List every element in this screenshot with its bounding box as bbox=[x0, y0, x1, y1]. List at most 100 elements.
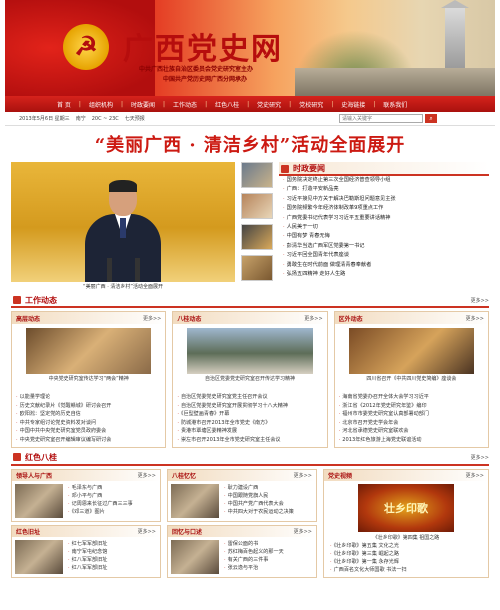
list-item[interactable]: 中国有梦 青春无悔 bbox=[283, 232, 489, 241]
list-item[interactable]: 有关广西的三件事 bbox=[224, 556, 284, 564]
list-item[interactable]: 苏红梅百色起义的那一天 bbox=[224, 548, 284, 556]
list-item[interactable]: 中国中共中央党史研究室党员政府委会 bbox=[16, 427, 161, 436]
more-link[interactable]: 更多>> bbox=[294, 472, 312, 479]
list-item[interactable]: 2013年红色旅游上海党史联谊活动 bbox=[339, 436, 484, 445]
nav-item-home[interactable]: 首 页 bbox=[49, 100, 79, 109]
list-item[interactable]: 彭清华当选广西军区党委第一书记 bbox=[283, 242, 489, 251]
list-item[interactable]: 欧阳淞：坚定党的历史自信 bbox=[16, 410, 161, 419]
search-icon[interactable]: ⌕ bbox=[425, 114, 437, 123]
panel-photo[interactable] bbox=[171, 539, 219, 574]
more-link[interactable]: 更多>> bbox=[471, 297, 489, 304]
list-item[interactable]: 雷保公面的书 bbox=[224, 540, 284, 548]
thumbnail-image[interactable] bbox=[241, 255, 273, 281]
list-item[interactable]: 中共专家组讨论党史资料发对谈问 bbox=[16, 419, 161, 428]
video-caption[interactable]: 《壮乡印歌》第四集 祖国之路 bbox=[324, 534, 488, 542]
list-item[interactable]: 习近平接见中方关于解决巴勒斯坦问题意见主张 bbox=[283, 195, 489, 204]
list-item[interactable]: 《壮乡印歌》第一集 永存光辉 bbox=[330, 558, 482, 566]
list-item[interactable]: 《邓三道》图片 bbox=[68, 508, 133, 516]
work-section-title[interactable]: 工作动态 bbox=[11, 295, 57, 306]
more-link[interactable]: 更多>> bbox=[466, 315, 484, 322]
list-item[interactable]: 记周恩来长征过广西三三事 bbox=[68, 500, 133, 508]
list-item[interactable]: 《壮乡印歌》第三集 崛起之路 bbox=[330, 550, 482, 558]
list-item[interactable]: 福州市市委党史研究室认真部署动部门 bbox=[339, 410, 484, 419]
nav-item-school-research[interactable]: 党校研究 bbox=[291, 100, 331, 109]
list-item[interactable]: 张云逸与平治 bbox=[224, 564, 284, 572]
panel-photo[interactable] bbox=[171, 483, 219, 518]
feature-caption[interactable]: “美丽广西 · 清洁乡村”活动全面展开 bbox=[11, 282, 235, 290]
list-item[interactable]: 历史文献纪录片《觉醒赣城》研讨会召开 bbox=[16, 402, 161, 411]
list-item[interactable]: 毛泽东与广西 bbox=[68, 484, 133, 492]
list-item[interactable]: 红七军军部旧址 bbox=[68, 540, 108, 548]
column-photo-caption[interactable]: 四川省召开《中共四川党史简编》座谈会 bbox=[335, 375, 488, 391]
column-photo-caption[interactable]: 中央党史研究室传达学习“两会”精神 bbox=[12, 375, 165, 391]
list-item[interactable]: 中国跟随党旗人民 bbox=[224, 492, 294, 500]
weather-forecast-link[interactable]: 七天预报 bbox=[125, 115, 145, 122]
red-section-title[interactable]: 红色八桂 bbox=[11, 452, 57, 463]
column-title[interactable]: 八桂动态 bbox=[177, 314, 201, 323]
column-photo-caption[interactable]: 自治区党委党史研究室召开传达学习精神 bbox=[173, 375, 326, 391]
list-item[interactable]: 南宁军屯纪念馆 bbox=[68, 548, 108, 556]
list-item[interactable]: 自治区党委党史研究室开展贯彻学习十八大精神 bbox=[177, 402, 322, 411]
list-item[interactable]: 北京市召开党史学会年会 bbox=[339, 419, 484, 428]
search-input[interactable] bbox=[339, 114, 423, 123]
column-title[interactable]: 区外动态 bbox=[339, 314, 363, 323]
list-item[interactable]: 国务院频繁今年经济体制改革9项重点工作 bbox=[283, 204, 489, 213]
list-item[interactable]: 海南省党委办召开全体大会学习习近平 bbox=[339, 393, 484, 402]
site-title-logo[interactable]: 广西党史网 bbox=[123, 24, 283, 68]
list-item[interactable]: 中共四大对于农民运动之决策 bbox=[224, 508, 294, 516]
list-item[interactable]: 红八军军部旧址 bbox=[68, 564, 108, 572]
nav-item-red-bagui[interactable]: 红色八桂 bbox=[207, 100, 247, 109]
nav-item-links[interactable]: 史海链接 bbox=[333, 100, 373, 109]
more-link[interactable]: 更多>> bbox=[466, 472, 484, 479]
panel-title[interactable]: 红色旧址 bbox=[16, 527, 40, 536]
thumbnail-image[interactable] bbox=[241, 224, 273, 250]
list-item[interactable]: 耿力建设广西 bbox=[224, 484, 294, 492]
panel-title[interactable]: 领导人与广西 bbox=[16, 471, 52, 480]
list-item[interactable]: 崇左市召开2013年全市党史研究室主任会议 bbox=[177, 436, 322, 445]
list-item[interactable]: 《壮乡印歌》第五集 文化之光 bbox=[330, 542, 482, 550]
list-item[interactable]: 防城港市召开2013年全市党史《南方》 bbox=[177, 419, 322, 428]
list-item[interactable]: 广西：打造平安新品亮 bbox=[283, 185, 489, 194]
list-item[interactable]: 弘扬五四精神 走好人生路 bbox=[283, 270, 489, 279]
video-thumbnail[interactable]: 壮乡印歌 bbox=[358, 483, 454, 532]
list-item[interactable]: 《巨型壁画青春》开幕 bbox=[177, 410, 322, 419]
panel-title[interactable]: 八桂忆忆 bbox=[172, 471, 196, 480]
list-item[interactable]: 邓小平与广西 bbox=[68, 492, 133, 500]
nav-item-news[interactable]: 时政要闻 bbox=[123, 100, 163, 109]
list-item[interactable]: 以能量学理论 bbox=[16, 393, 161, 402]
more-link[interactable]: 更多>> bbox=[138, 528, 156, 535]
panel-photo[interactable] bbox=[15, 539, 63, 574]
list-item[interactable]: 习近平回全国青年代表座谈 bbox=[283, 251, 489, 260]
list-item[interactable]: 河北省承德党史研究室联欢会 bbox=[339, 427, 484, 436]
list-item[interactable]: 广西党委书记代表学习习近平五重要讲话精神 bbox=[283, 214, 489, 223]
more-link[interactable]: 更多>> bbox=[143, 315, 161, 322]
more-link[interactable]: 更多>> bbox=[471, 454, 489, 461]
column-photo[interactable] bbox=[187, 328, 313, 374]
list-item[interactable]: 红八军军部旧址 bbox=[68, 556, 108, 564]
political-news-title[interactable]: 时政要闻 bbox=[279, 162, 489, 176]
more-link[interactable]: 更多>> bbox=[294, 528, 312, 535]
list-item[interactable]: 浙江省《2012年党史研究年鉴》编印 bbox=[339, 402, 484, 411]
more-link[interactable]: 更多>> bbox=[304, 315, 322, 322]
list-item[interactable]: 自治区党委党史研究室党主任召开会议 bbox=[177, 393, 322, 402]
list-item[interactable]: 广西百名文化大师国歌 书法一扫 bbox=[330, 566, 482, 574]
nav-item-history-research[interactable]: 党史研究 bbox=[249, 100, 289, 109]
panel-title[interactable]: 回忆与口述 bbox=[172, 527, 202, 536]
list-item[interactable]: 国务院决定终止第三次全国经济普查领导小组 bbox=[283, 176, 489, 185]
column-photo[interactable] bbox=[348, 328, 474, 374]
panel-title[interactable]: 党史视频 bbox=[328, 471, 352, 480]
nav-item-contact[interactable]: 联系我们 bbox=[375, 100, 415, 109]
list-item[interactable]: 中央党史研究室召开编辑审议编写研讨会 bbox=[16, 436, 161, 445]
thumbnail-image[interactable] bbox=[241, 162, 273, 188]
panel-photo[interactable] bbox=[15, 483, 63, 518]
headline-link[interactable]: “美丽广西 · 清洁乡村”活动全面展开 bbox=[5, 126, 495, 162]
column-photo[interactable] bbox=[26, 328, 152, 374]
thumbnail-image[interactable] bbox=[241, 193, 273, 219]
nav-item-organization[interactable]: 组织机构 bbox=[81, 100, 121, 109]
more-link[interactable]: 更多>> bbox=[138, 472, 156, 479]
list-item[interactable]: 人民美于一切 bbox=[283, 223, 489, 232]
column-title[interactable]: 高层动态 bbox=[16, 314, 40, 323]
list-item[interactable]: 中国共产党广西代表大会 bbox=[224, 500, 294, 508]
list-item[interactable]: 勇敢生在时代前面 做理清青春奉献者 bbox=[283, 261, 489, 270]
feature-photo[interactable]: “美丽广西 · 清洁乡村”活动全面展开 bbox=[11, 162, 235, 290]
